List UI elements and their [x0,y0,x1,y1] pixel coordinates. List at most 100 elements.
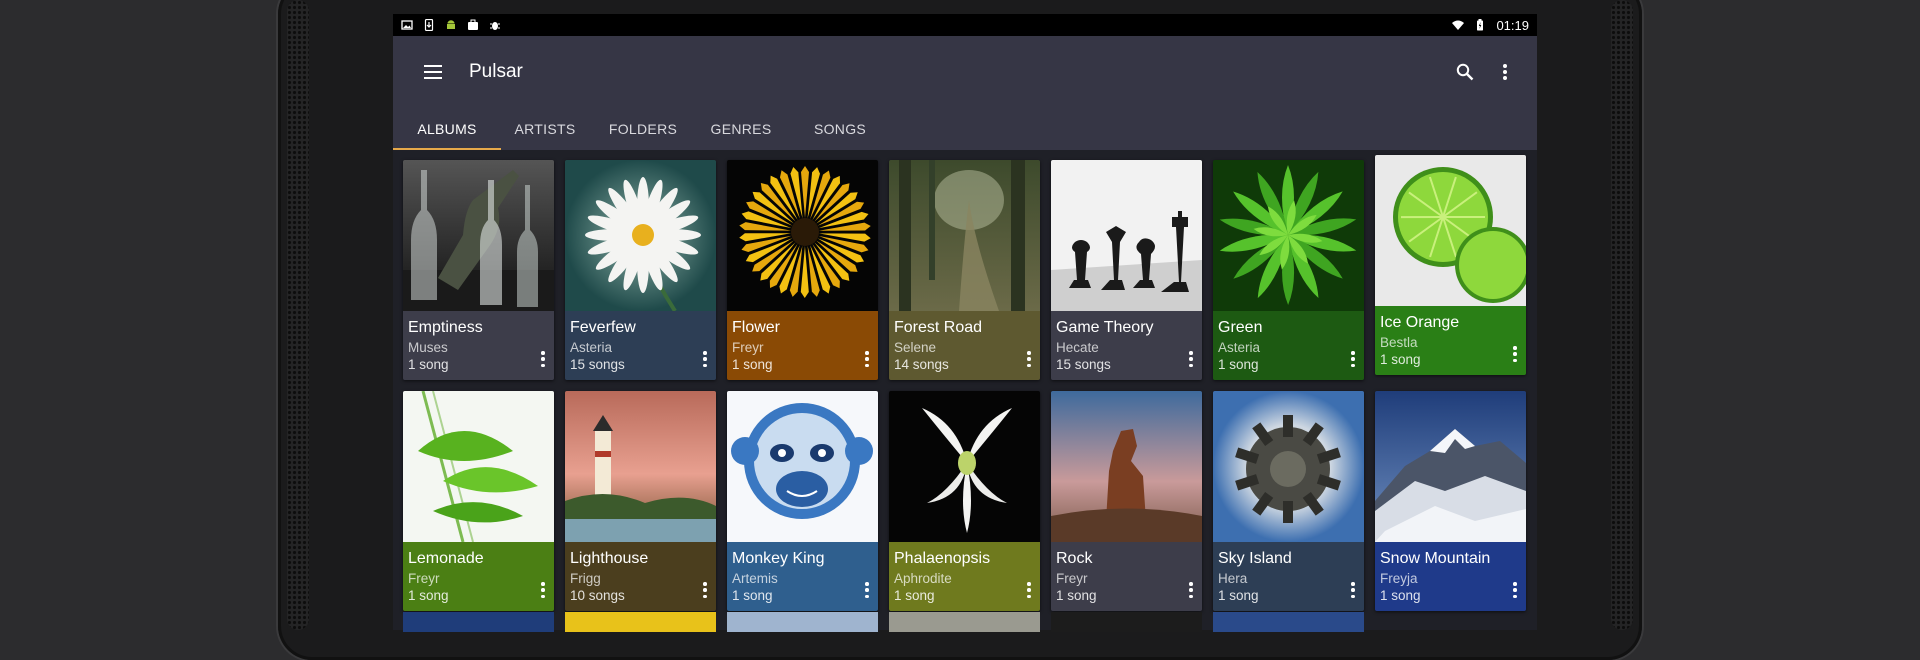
hamburger-menu-icon[interactable] [419,58,447,86]
album-title: Lemonade [408,550,484,567]
app-bar: Pulsar [393,36,1537,107]
album-artist: Muses [408,340,448,355]
album-artist: Hecate [1056,340,1099,355]
album-title: Emptiness [408,319,483,336]
album-card[interactable]: Game Theory Hecate 15 songs [1051,160,1202,380]
download-icon [424,19,434,31]
tab-artists[interactable]: ARTISTS [501,107,589,150]
album-art-mountain [1375,391,1526,542]
album-info: Green Asteria 1 song [1213,311,1364,380]
album-song-count: 15 songs [570,357,625,372]
tab-genres[interactable]: GENRES [697,107,785,150]
tab-folders[interactable]: FOLDERS [589,107,697,150]
album-info: Lighthouse Frigg 10 songs [565,542,716,611]
album-card[interactable]: Forest Road Selene 14 songs [889,160,1040,380]
album-title: Snow Mountain [1380,550,1491,567]
album-artist: Freyja [1380,571,1418,586]
album-card[interactable]: Rock Freyr 1 song [1051,391,1202,611]
album-artist: Selene [894,340,937,355]
album-overflow-menu-icon[interactable] [1350,582,1356,598]
image-icon [401,20,413,30]
album-song-count: 1 song [732,357,773,372]
overflow-menu-icon[interactable] [1491,58,1519,86]
album-song-count: 1 song [732,588,773,603]
album-card[interactable]: Phalaenopsis Aphrodite 1 song [889,391,1040,611]
album-art-lime-slices [1375,155,1526,306]
search-icon[interactable] [1451,58,1479,86]
album-info: Flower Freyr 1 song [727,311,878,380]
album-title: Flower [732,319,781,336]
album-card[interactable]: Lemonade Freyr 1 song [403,391,554,611]
album-overflow-menu-icon[interactable] [1512,346,1518,362]
battery-icon [1477,19,1484,31]
album-art-bottles [403,160,554,311]
album-art-partial[interactable] [403,612,554,632]
album-overflow-menu-icon[interactable] [1512,582,1518,598]
album-art-daisy [565,160,716,311]
album-title: Forest Road [894,319,983,336]
album-art-partial[interactable] [565,612,716,632]
album-overflow-menu-icon[interactable] [1026,351,1032,367]
album-artist: Freyr [1056,571,1088,586]
album-art-forest [889,160,1040,311]
album-art-partial[interactable] [1213,612,1364,632]
album-card[interactable]: Ice Orange Bestla 1 song [1375,155,1526,375]
album-art-partial[interactable] [889,612,1040,632]
album-overflow-menu-icon[interactable] [1188,582,1194,598]
album-info: Rock Freyr 1 song [1051,542,1202,611]
album-overflow-menu-icon[interactable] [1026,582,1032,598]
album-title: Rock [1056,550,1093,567]
tab-songs[interactable]: SONGS [785,107,895,150]
album-overflow-menu-icon[interactable] [864,582,870,598]
album-card[interactable]: Lighthouse Frigg 10 songs [565,391,716,611]
album-art-partial[interactable] [1051,612,1202,632]
speaker-grille-left [287,0,309,630]
album-overflow-menu-icon[interactable] [540,582,546,598]
album-info: Sky Island Hera 1 song [1213,542,1364,611]
album-song-count: 1 song [1380,352,1421,367]
album-card[interactable]: Snow Mountain Freyja 1 song [1375,391,1526,611]
album-title: Game Theory [1056,319,1154,336]
album-title: Lighthouse [570,550,649,567]
album-art-planet [1213,391,1364,542]
album-card[interactable]: Flower Freyr 1 song [727,160,878,380]
album-artist: Artemis [732,571,778,586]
app-title: Pulsar [469,60,523,82]
album-song-count: 1 song [1218,588,1259,603]
album-card[interactable]: Feverfew Asteria 15 songs [565,160,716,380]
album-card[interactable]: Emptiness Muses 1 song [403,160,554,380]
album-song-count: 1 song [408,357,449,372]
album-song-count: 1 song [894,588,935,603]
album-song-count: 14 songs [894,357,949,372]
status-time: 01:19 [1496,17,1529,33]
album-song-count: 10 songs [570,588,625,603]
tab-bar: ALBUMS ARTISTS FOLDERS GENRES SONGS [393,107,1537,150]
album-info: Phalaenopsis Aphrodite 1 song [889,542,1040,611]
album-overflow-menu-icon[interactable] [1188,351,1194,367]
status-bar: 01:19 [393,14,1537,36]
album-song-count: 1 song [1056,588,1097,603]
album-info: Emptiness Muses 1 song [403,311,554,380]
album-art-succulent [1213,160,1364,311]
album-overflow-menu-icon[interactable] [864,351,870,367]
album-overflow-menu-icon[interactable] [702,582,708,598]
album-overflow-menu-icon[interactable] [702,351,708,367]
album-info: Game Theory Hecate 15 songs [1051,311,1202,380]
album-art-partial[interactable] [727,612,878,632]
album-card[interactable]: Green Asteria 1 song [1213,160,1364,380]
device-screen: 01:19 Pulsar ALBUMS ARTISTS FOLDERS GENRES S… [393,14,1537,630]
album-artist: Hera [1218,571,1248,586]
album-art-lighthouse [565,391,716,542]
album-song-count: 1 song [1380,588,1421,603]
album-card[interactable]: Sky Island Hera 1 song [1213,391,1364,611]
album-overflow-menu-icon[interactable] [1350,351,1356,367]
album-artist: Aphrodite [894,571,952,586]
album-title: Feverfew [570,319,636,336]
album-art-lime-glass [403,391,554,542]
album-art-chess [1051,160,1202,311]
album-overflow-menu-icon[interactable] [540,351,546,367]
album-art-monkey [727,391,878,542]
album-card[interactable]: Monkey King Artemis 1 song [727,391,878,611]
album-artist: Freyr [732,340,764,355]
tab-albums[interactable]: ALBUMS [393,107,501,150]
